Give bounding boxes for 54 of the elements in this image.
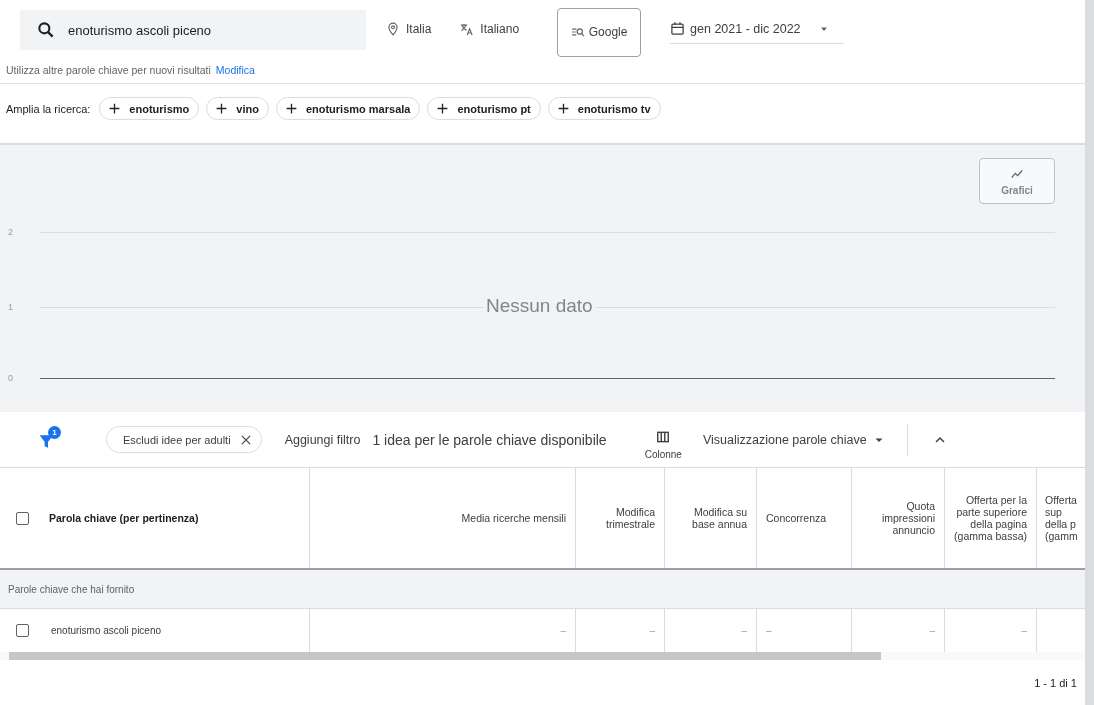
edit-link[interactable]: Modifica [215,64,255,83]
charts-button[interactable]: Grafici [979,158,1055,204]
keyword-chip[interactable]: enoturismo tv [547,97,661,120]
count-badge: 1 [48,425,61,439]
language-button[interactable]: Italiano [459,21,520,37]
column-header[interactable]: Modifica trimestrale [585,506,655,530]
hint-text: Utilizza altre parole chiave per nuovi risultati [6,64,211,78]
plus-icon [284,102,298,115]
column-header[interactable]: Concorrenza [766,512,827,524]
view-dropdown[interactable]: Visualizzazione parole chiave [702,432,885,447]
column-header[interactable]: Quota impressioni annuncio [861,500,935,536]
location-pin-icon [386,22,400,36]
broaden-label: Amplia la ricerca: [6,102,91,115]
checkbox[interactable] [16,624,29,637]
column-header[interactable]: Parola chiave (per pertinenza) [49,512,199,524]
group-header: Parole chiave che hai fornito [0,570,1085,609]
table-cell: – [560,625,566,636]
add-filter-button[interactable]: Aggiungi filtro [284,432,361,447]
plus-icon [556,102,570,115]
table-cell: – [1021,625,1027,636]
columns-icon [655,429,672,444]
plus-icon [108,102,122,115]
column-header[interactable]: Media ricerche mensili [461,512,566,524]
axis-label: 1 [7,302,14,312]
filter-button[interactable]: 1 [38,427,62,452]
network-button[interactable]: Google [557,7,642,57]
plus-icon [215,102,229,115]
column-header[interactable]: Modifica su base annua [674,506,747,530]
scrollbar-thumb[interactable] [9,652,881,660]
location-button[interactable]: Italia [386,22,432,36]
column-header[interactable]: Offerta per la parte superiore della pagina (gamma bassa) [954,494,1027,542]
keyword-chip[interactable]: vino [206,97,269,120]
axis-label: 0 [7,373,14,383]
keyword-chip[interactable]: enoturismo marsala [275,97,421,120]
table-cell: – [766,625,772,636]
table-cell: – [929,625,935,636]
keyword-text: enoturismo ascoli piceno [51,625,162,636]
keyword-chip[interactable]: enoturismo pt [427,97,541,120]
calendar-icon [670,21,686,36]
translate-icon [459,21,475,37]
pagination-text: 1 - 1 di 1 [1034,677,1077,689]
table-cell: – [741,625,747,636]
search-field[interactable]: enoturismo ascoli piceno [20,10,366,50]
result-count: 1 idea per le parole chiave disponibile [372,431,607,448]
checkbox[interactable] [16,511,29,525]
table-cell: – [649,625,655,636]
plus-icon [436,102,450,115]
columns-button[interactable]: Colonne [644,429,682,460]
date-range-dropdown[interactable]: gen 2021 - dic 2022 [670,14,844,44]
column-header[interactable]: Offerta sup della p (gamm [1045,494,1078,542]
keyword-chip[interactable]: enoturismo [99,97,200,120]
axis-label: 2 [7,227,14,237]
search-icon [36,20,56,40]
network-search-icon [570,25,585,39]
